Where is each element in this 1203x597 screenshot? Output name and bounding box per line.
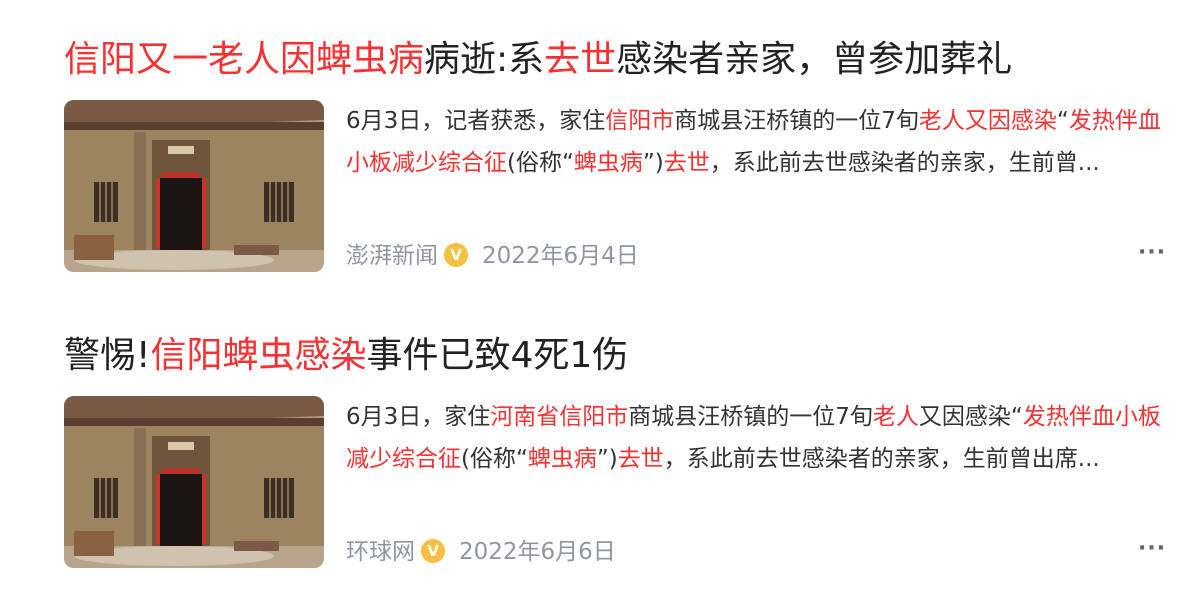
snippet-part: 信阳市 bbox=[605, 108, 675, 134]
result-body: 6月3日，记者获悉，家住信阳市商城县汪桥镇的一位7旬老人又因感染“发热伴血小板减… bbox=[64, 100, 1166, 274]
title-part: 感染者亲家，曾参加葬礼 bbox=[616, 39, 1013, 80]
result-meta: 环球网 V 2022年6月6日 bbox=[346, 534, 616, 570]
publish-date: 2022年6月6日 bbox=[459, 539, 616, 565]
snippet-part: 河南省信阳市 bbox=[490, 404, 629, 430]
search-result-1: 信阳又一老人因蜱虫病病逝:系去世感染者亲家，曾参加葬礼 6月3日，记者获悉，家住… bbox=[64, 34, 1166, 274]
source-name[interactable]: 环球网 bbox=[346, 539, 415, 565]
source-name[interactable]: 澎湃新闻 bbox=[346, 243, 438, 269]
snippet-part: “ bbox=[1056, 108, 1069, 134]
snippet-part: ，系此前去世感染者的亲家，生前曾... bbox=[709, 150, 1100, 176]
title-part: 警惕! bbox=[64, 335, 151, 376]
snippet-part: ”) bbox=[642, 150, 664, 176]
title-part: 信阳蜱虫感染 bbox=[150, 335, 367, 376]
result-content: 6月3日，家住河南省信阳市商城县汪桥镇的一位7旬老人又因感染“发热伴血小板减少综… bbox=[346, 396, 1161, 480]
title-part: 信阳又一老人因蜱虫病 bbox=[64, 39, 425, 80]
title-part: 病逝:系 bbox=[424, 39, 545, 80]
snippet-part: 商城县汪桥镇的一位7旬 bbox=[674, 108, 919, 134]
snippet-part: ，系此前去世感染者的亲家，生前曾出席... bbox=[663, 446, 1100, 472]
search-result-2: 警惕!信阳蜱虫感染事件已致4死1伤 6月3日，家住河南省信阳市商城县汪桥镇的一位… bbox=[64, 330, 1166, 570]
snippet-part: 去世 bbox=[663, 150, 710, 176]
snippet-part: 去世 bbox=[617, 446, 664, 472]
snippet-part: 6月3日，记者获悉，家住 bbox=[346, 108, 606, 134]
snippet-part: 老人 bbox=[872, 404, 919, 430]
result-snippet: 6月3日，家住河南省信阳市商城县汪桥镇的一位7旬老人又因感染“发热伴血小板减少综… bbox=[346, 396, 1161, 480]
title-part: 事件已致4死1伤 bbox=[366, 335, 629, 376]
thumbnail-image[interactable] bbox=[64, 396, 324, 568]
result-snippet: 6月3日，记者获悉，家住信阳市商城县汪桥镇的一位7旬老人又因感染“发热伴血小板减… bbox=[346, 100, 1161, 184]
snippet-part: (俗称“ bbox=[507, 150, 574, 176]
result-meta: 澎湃新闻 V 2022年6月4日 bbox=[346, 238, 639, 274]
snippet-part: 老人又因感染 bbox=[918, 108, 1057, 134]
thumbnail-image[interactable] bbox=[64, 100, 324, 272]
result-body: 6月3日，家住河南省信阳市商城县汪桥镇的一位7旬老人又因感染“发热伴血小板减少综… bbox=[64, 396, 1166, 570]
snippet-part: 蜱虫病 bbox=[527, 446, 597, 472]
snippet-part: 商城县汪桥镇的一位7旬 bbox=[628, 404, 873, 430]
snippet-part: ”) bbox=[596, 446, 618, 472]
verified-badge-icon: V bbox=[421, 538, 445, 563]
snippet-part: 6月3日，家住 bbox=[346, 404, 491, 430]
result-content: 6月3日，记者获悉，家住信阳市商城县汪桥镇的一位7旬老人又因感染“发热伴血小板减… bbox=[346, 100, 1161, 184]
more-options-icon[interactable]: ··· bbox=[1138, 536, 1166, 561]
result-title[interactable]: 警惕!信阳蜱虫感染事件已致4死1伤 bbox=[64, 330, 1164, 382]
snippet-part: 蜱虫病 bbox=[573, 150, 643, 176]
title-part: 去世 bbox=[544, 39, 617, 80]
result-title[interactable]: 信阳又一老人因蜱虫病病逝:系去世感染者亲家，曾参加葬礼 bbox=[64, 34, 1164, 86]
snippet-part: 又因感染“ bbox=[918, 404, 1023, 430]
more-options-icon[interactable]: ··· bbox=[1138, 240, 1166, 265]
publish-date: 2022年6月4日 bbox=[482, 243, 639, 269]
verified-badge-icon: V bbox=[444, 242, 468, 267]
snippet-part: (俗称“ bbox=[461, 446, 528, 472]
